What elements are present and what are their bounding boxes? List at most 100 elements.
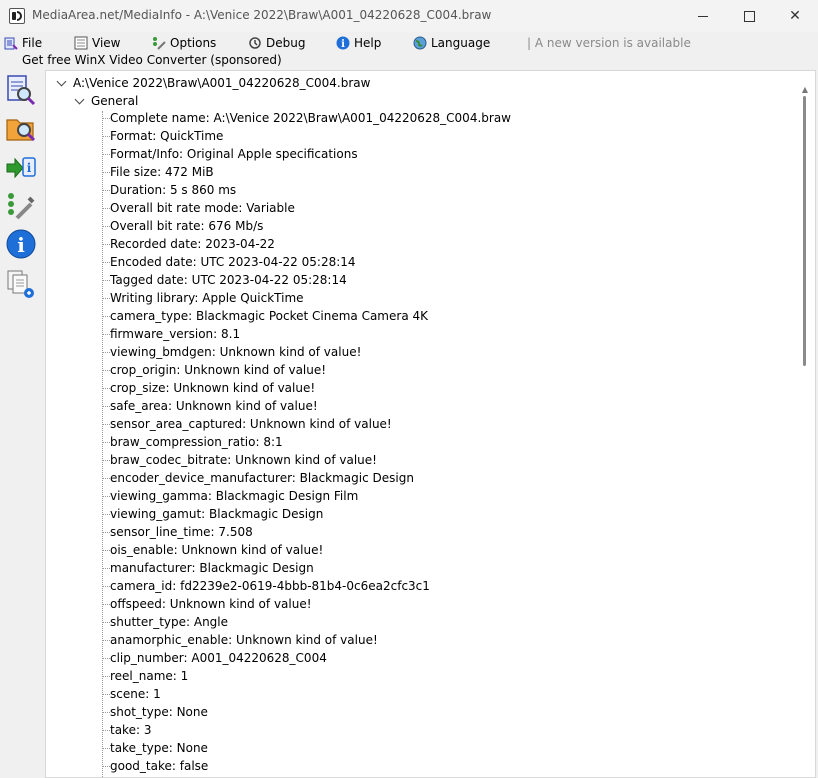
tree-row[interactable]: offspeed: Unknown kind of value! [46,595,796,613]
knowledge-base-button[interactable] [5,268,37,300]
tree-row[interactable]: braw_codec_bitrate: Unknown kind of valu… [46,451,796,469]
tree-row[interactable]: Complete name: A:\Venice 2022\Braw\A001_… [46,109,796,127]
tree-row[interactable]: safe_area: Unknown kind of value! [46,397,796,415]
view-icon [74,36,88,50]
tree-row[interactable]: shot_type: None [46,703,796,721]
general-rows: Complete name: A:\Venice 2022\Braw\A001_… [46,109,796,775]
scrollbar-thumb[interactable] [803,96,806,366]
tree-node-file[interactable]: A:\Venice 2022\Braw\A001_04220628_C004.b… [56,74,370,92]
tree-row[interactable]: Recorded date: 2023-04-22 [46,235,796,253]
options-icon [152,36,166,50]
tree-row[interactable]: File size: 472 MiB [46,163,796,181]
tree-row[interactable]: ois_enable: Unknown kind of value! [46,541,796,559]
tree-row[interactable]: Format: QuickTime [46,127,796,145]
globe-icon [413,36,427,50]
tree-row-text: clip_number: A001_04220628_C004 [110,651,327,665]
tree-row[interactable]: braw_compression_ratio: 8:1 [46,433,796,451]
debug-icon [248,36,262,50]
menu-language-label: Language [431,36,491,50]
chevron-down-icon[interactable] [74,94,85,105]
menu-debug[interactable]: Debug [248,34,305,52]
open-file-icon [7,75,36,106]
tree-row-text: ois_enable: Unknown kind of value! [110,543,324,557]
sidebar-toolbar: i i [0,70,44,778]
menu-options[interactable]: Options [152,34,216,52]
tree-row[interactable]: Encoded date: UTC 2023-04-22 05:28:14 [46,253,796,271]
tree-row[interactable]: Format/Info: Original Apple specificatio… [46,145,796,163]
menu-view-label: View [92,36,121,50]
tree-row-text: viewing_bmdgen: Unknown kind of value! [110,345,362,359]
export-button[interactable]: i [5,152,37,184]
tree-row-text: crop_size: Unknown kind of value! [110,381,316,395]
tree-row-text: crop_origin: Unknown kind of value! [110,363,327,377]
tree-row-text: anamorphic_enable: Unknown kind of value… [110,633,378,647]
maximize-button[interactable] [726,0,772,32]
tree-general-label: General [91,94,139,108]
tree-row[interactable]: Writing library: Apple QuickTime [46,289,796,307]
menu-help[interactable]: i Help [336,34,381,52]
minimize-button[interactable] [680,0,726,32]
tree-row-text: shutter_type: Angle [110,615,229,629]
tree-row[interactable]: good_take: false [46,757,796,775]
tree-row[interactable]: anamorphic_enable: Unknown kind of value… [46,631,796,649]
tree-row[interactable]: shutter_type: Angle [46,613,796,631]
tree-row[interactable]: reel_name: 1 [46,667,796,685]
minimize-icon [698,15,708,17]
title-bar: MediaArea.net/MediaInfo - A:\Venice 2022… [0,0,818,33]
tree-row-text: sensor_line_time: 7.508 [110,525,253,539]
tree-row-text: Duration: 5 s 860 ms [110,183,237,197]
tree-row[interactable]: scene: 1 [46,685,796,703]
export-icon: i [6,157,36,179]
menu-file[interactable]: File [4,34,42,52]
tree-row-text: shot_type: None [110,705,208,719]
tree-row[interactable]: crop_origin: Unknown kind of value! [46,361,796,379]
menu-language[interactable]: Language [413,34,490,52]
about-button[interactable]: i [5,228,37,260]
knowledge-base-icon [7,270,34,298]
tree-row[interactable]: take_type: None [46,739,796,757]
tree-row[interactable]: clip_number: A001_04220628_C004 [46,649,796,667]
tree-row[interactable]: sensor_line_time: 7.508 [46,523,796,541]
tree-row[interactable]: manufacturer: Blackmagic Design [46,559,796,577]
tree-row-text: viewing_gamut: Blackmagic Design [110,507,324,521]
mediainfo-icon[interactable] [9,8,25,24]
new-version-notice[interactable]: | A new version is available [527,34,691,52]
preferences-button[interactable] [5,190,37,222]
vertical-scrollbar[interactable]: ▲ [801,86,809,776]
tree-row[interactable]: viewing_bmdgen: Unknown kind of value! [46,343,796,361]
scroll-up-icon[interactable]: ▲ [801,86,809,94]
tree-row[interactable]: camera_id: fd2239e2-0619-4bbb-81b4-0c6ea… [46,577,796,595]
tree-row[interactable]: sensor_area_captured: Unknown kind of va… [46,415,796,433]
maximize-icon [743,10,755,22]
open-folder-button[interactable] [5,112,37,144]
tree-row[interactable]: viewing_gamut: Blackmagic Design [46,505,796,523]
close-button[interactable]: ✕ [772,0,818,32]
menu-view[interactable]: View [74,34,120,52]
tree-row[interactable]: crop_size: Unknown kind of value! [46,379,796,397]
tree-row[interactable]: Overall bit rate mode: Variable [46,199,796,217]
tree-row[interactable]: viewing_gamma: Blackmagic Design Film [46,487,796,505]
tree-row[interactable]: take: 3 [46,721,796,739]
tree-row[interactable]: camera_type: Blackmagic Pocket Cinema Ca… [46,307,796,325]
tree-row-text: Overall bit rate mode: Variable [110,201,295,215]
info-tree-panel[interactable]: A:\Venice 2022\Braw\A001_04220628_C004.b… [45,70,816,778]
open-folder-icon [6,119,36,142]
chevron-down-icon[interactable] [56,76,67,87]
tree-row[interactable]: Duration: 5 s 860 ms [46,181,796,199]
open-file-button[interactable] [5,74,37,106]
svg-text:i: i [27,161,32,175]
tree-node-general[interactable]: General [74,92,138,110]
tree-row-text: scene: 1 [110,687,161,701]
tree-row-text: Format: QuickTime [110,129,224,143]
tree-row[interactable]: Overall bit rate: 676 Mb/s [46,217,796,235]
tree-row-text: File size: 472 MiB [110,165,214,179]
tree-row-text: viewing_gamma: Blackmagic Design Film [110,489,359,503]
close-icon: ✕ [789,8,801,24]
tree-row-text: Recorded date: 2023-04-22 [110,237,275,251]
tree-row-text: braw_codec_bitrate: Unknown kind of valu… [110,453,377,467]
menu-file-label: File [22,36,43,50]
tree-row[interactable]: firmware_version: 8.1 [46,325,796,343]
tree-row[interactable]: Tagged date: UTC 2023-04-22 05:28:14 [46,271,796,289]
sponsor-link[interactable]: Get free WinX Video Converter (sponsored… [22,53,282,67]
tree-row[interactable]: encoder_device_manufacturer: Blackmagic … [46,469,796,487]
